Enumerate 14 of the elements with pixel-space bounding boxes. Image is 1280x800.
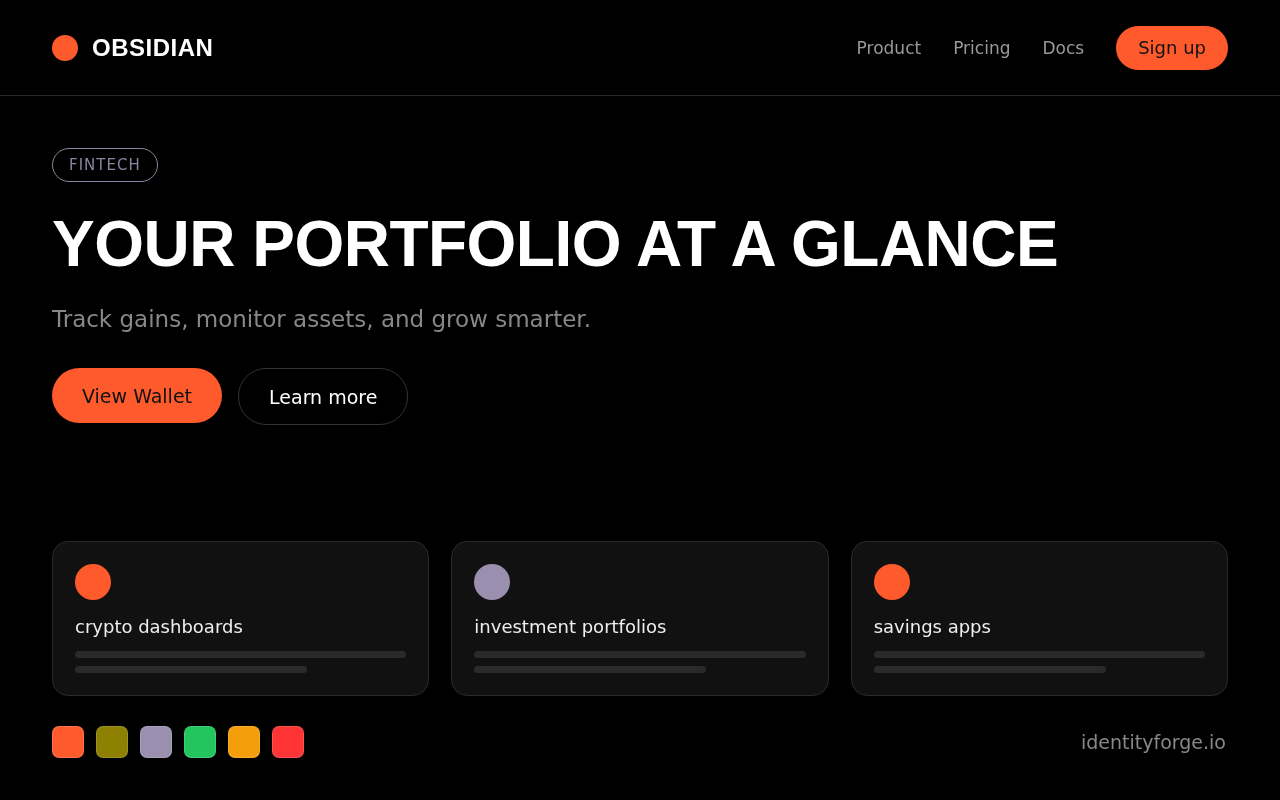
footer-domain: identityforge.io (1081, 731, 1226, 753)
nav-link[interactable]: Docs (1042, 37, 1085, 58)
nav-link[interactable]: Pricing (953, 37, 1011, 58)
card-label: savings apps (873, 616, 992, 637)
view-wallet-button[interactable]: View Wallet (52, 368, 223, 423)
nav-link[interactable]: Product (856, 37, 922, 58)
signup-button[interactable]: Sign up (1116, 25, 1228, 70)
hero-subtitle: Track gains, monitor assets, and grow smarter. (52, 306, 591, 332)
logo-dot-icon (52, 34, 78, 61)
card-label: crypto dashboards (75, 616, 244, 637)
hero-title: YOUR PORTFOLIO AT A GLANCE (52, 208, 1059, 280)
learn-more-button[interactable]: Learn more (238, 368, 409, 425)
card-label: investment portfolios (474, 616, 668, 637)
brand-name: OBSIDIAN (92, 33, 214, 62)
